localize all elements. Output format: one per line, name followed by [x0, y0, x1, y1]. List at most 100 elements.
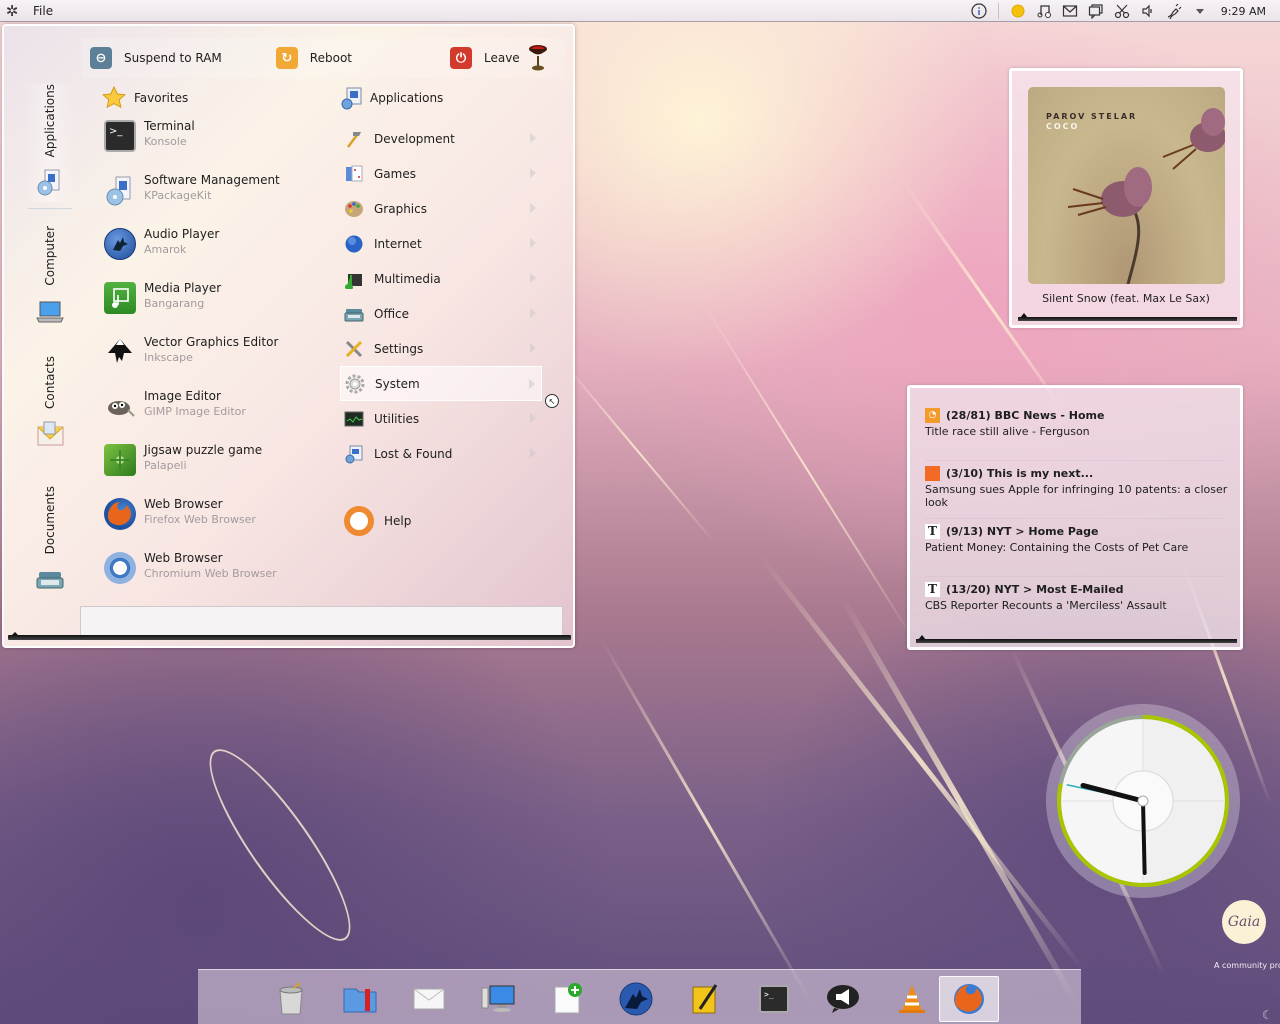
- gear-icon: [345, 374, 365, 393]
- tab-documents[interactable]: Documents: [24, 486, 76, 616]
- news-item[interactable]: (3/10) This is my next... Samsung sues A…: [925, 464, 1230, 509]
- rss-icon: ◔: [925, 407, 940, 423]
- favorite-audio-player[interactable]: Audio Player Amarok: [104, 226, 334, 280]
- dock-system-settings[interactable]: [475, 976, 521, 1022]
- submenu-arrow-icon: [530, 168, 536, 178]
- category-settings[interactable]: Settings: [340, 331, 542, 366]
- dock-new-note[interactable]: [544, 976, 590, 1022]
- news-separator: [925, 460, 1225, 461]
- terminal-icon: >_: [759, 985, 789, 1013]
- chat-icon[interactable]: [1088, 3, 1104, 19]
- wallpaper-streak: [560, 358, 716, 544]
- digital-clock[interactable]: 9:29 AM: [1221, 5, 1266, 18]
- tab-applications[interactable]: Applications: [24, 84, 76, 202]
- computer-icon: [481, 985, 515, 1012]
- favorite-firefox[interactable]: Web Browser Firefox Web Browser: [104, 496, 334, 550]
- help-button[interactable]: Help: [344, 506, 411, 536]
- favorite-vector-graphics-editor[interactable]: Vector Graphics Editor Inkscape: [104, 334, 334, 388]
- dock-choqok[interactable]: [820, 976, 866, 1022]
- typewriter-icon: [344, 308, 364, 321]
- news-item[interactable]: T (13/20) NYT > Most E-Mailed CBS Reporte…: [925, 580, 1230, 612]
- dock-firefox[interactable]: [939, 976, 999, 1022]
- folder-bookmark-icon: [343, 988, 377, 1013]
- favorite-chromium[interactable]: Web Browser Chromium Web Browser: [104, 550, 334, 604]
- application-launcher-button[interactable]: ✲: [1, 0, 23, 22]
- favorite-software-management[interactable]: Software Management KPackageKit: [104, 172, 334, 226]
- category-games[interactable]: Games: [340, 156, 542, 191]
- news-feed-title: (9/13) NYT > Home Page: [946, 524, 1099, 538]
- category-utilities[interactable]: Utilities: [340, 401, 542, 436]
- submenu-arrow-icon: [530, 133, 536, 143]
- news-feed-title: (13/20) NYT > Most E-Mailed: [946, 582, 1124, 596]
- tab-label: Contacts: [43, 356, 57, 409]
- reboot-label: Reboot: [309, 51, 352, 65]
- category-system[interactable]: System: [340, 366, 542, 401]
- expand-arrow-icon[interactable]: [1192, 3, 1208, 19]
- dock-mail[interactable]: [406, 976, 452, 1022]
- mail-icon[interactable]: [1062, 3, 1078, 19]
- dock-vlc[interactable]: [889, 976, 935, 1022]
- tab-computer[interactable]: Computer: [24, 226, 76, 336]
- news-item[interactable]: ◔ (28/81) BBC News - Home Title race stil…: [925, 406, 1230, 438]
- category-development[interactable]: Development: [340, 121, 542, 156]
- dock-trash[interactable]: [268, 976, 314, 1022]
- analog-clock[interactable]: [1045, 703, 1241, 899]
- amarok-wolf-icon: [104, 228, 136, 260]
- terminal-icon: >_: [104, 120, 136, 152]
- dock-file-manager[interactable]: [337, 976, 383, 1022]
- favorite-image-editor[interactable]: Image Editor GIMP Image Editor: [104, 388, 334, 442]
- album-cover[interactable]: PAROV STELAR COCO: [1028, 87, 1225, 284]
- software-package-icon: [104, 174, 136, 206]
- lost-found-icon: [345, 445, 363, 463]
- category-label: Lost & Found: [374, 446, 453, 461]
- dock-notes[interactable]: [682, 976, 728, 1022]
- megaphone-bubble-icon: [827, 985, 859, 1013]
- tab-label: Computer: [43, 226, 57, 286]
- reboot-button[interactable]: ↻ Reboot: [275, 43, 352, 73]
- favorite-media-player[interactable]: Media Player Bangarang: [104, 280, 334, 334]
- info-icon[interactable]: [971, 3, 987, 19]
- app-name: Image Editor: [144, 389, 221, 403]
- category-internet[interactable]: Internet: [340, 226, 542, 261]
- goblet-icon: [529, 45, 547, 71]
- category-office[interactable]: Office: [340, 296, 542, 331]
- scissors-icon[interactable]: [1114, 3, 1130, 19]
- tab-contacts[interactable]: Contacts: [24, 356, 76, 466]
- volume-icon[interactable]: [1140, 3, 1156, 19]
- search-input[interactable]: [80, 606, 563, 636]
- laptop-icon: [35, 296, 65, 326]
- system-tray: 9:29 AM: [966, 0, 1280, 22]
- favorites-header[interactable]: Favorites: [102, 86, 188, 110]
- track-title: Silent Snow (feat. Max Le Sax): [1042, 292, 1210, 305]
- suspend-button[interactable]: ⊖ Suspend to RAM: [90, 43, 222, 73]
- category-lost-found[interactable]: Lost & Found: [340, 436, 542, 471]
- music-note-icon[interactable]: [1036, 3, 1052, 19]
- category-graphics[interactable]: Graphics: [340, 191, 542, 226]
- app-name: Audio Player: [144, 227, 220, 241]
- nyt-icon: T: [925, 581, 940, 597]
- software-package-icon: [35, 167, 65, 197]
- leave-icon: ⏻: [449, 47, 472, 69]
- app-subtitle: Konsole: [144, 135, 187, 148]
- news-item[interactable]: T (9/13) NYT > Home Page Patient Money: C…: [925, 522, 1230, 554]
- news-feed-title: (28/81) BBC News - Home: [946, 408, 1105, 422]
- app-subtitle: Firefox Web Browser: [144, 513, 256, 526]
- leave-button[interactable]: ⏻ Leave: [449, 43, 520, 73]
- mail-icon: [413, 988, 445, 1010]
- app-subtitle: Amarok: [144, 243, 187, 256]
- news-headline: CBS Reporter Recounts a 'Merciless' Assa…: [925, 599, 1167, 612]
- favorite-jigsaw-puzzle[interactable]: Jigsaw puzzle game Palapeli: [104, 442, 334, 496]
- firefox-icon: [954, 984, 984, 1014]
- category-multimedia[interactable]: Multimedia: [340, 261, 542, 296]
- favorite-terminal[interactable]: >_ Terminal Konsole: [104, 118, 334, 172]
- dock-terminal[interactable]: >_: [751, 976, 797, 1022]
- klipper-sun-icon[interactable]: [1010, 3, 1026, 19]
- media-film-icon: [104, 282, 136, 314]
- logo-text: Gaia: [1227, 914, 1261, 930]
- applications-header[interactable]: Applications: [340, 86, 443, 110]
- dock-amarok[interactable]: [613, 976, 659, 1022]
- news-separator: [925, 576, 1225, 577]
- application-launcher: ⊖ Suspend to RAM ↻ Reboot ⏻ Leave Applic…: [2, 24, 575, 648]
- network-plug-icon[interactable]: [1166, 3, 1182, 19]
- menu-file[interactable]: File: [33, 4, 53, 18]
